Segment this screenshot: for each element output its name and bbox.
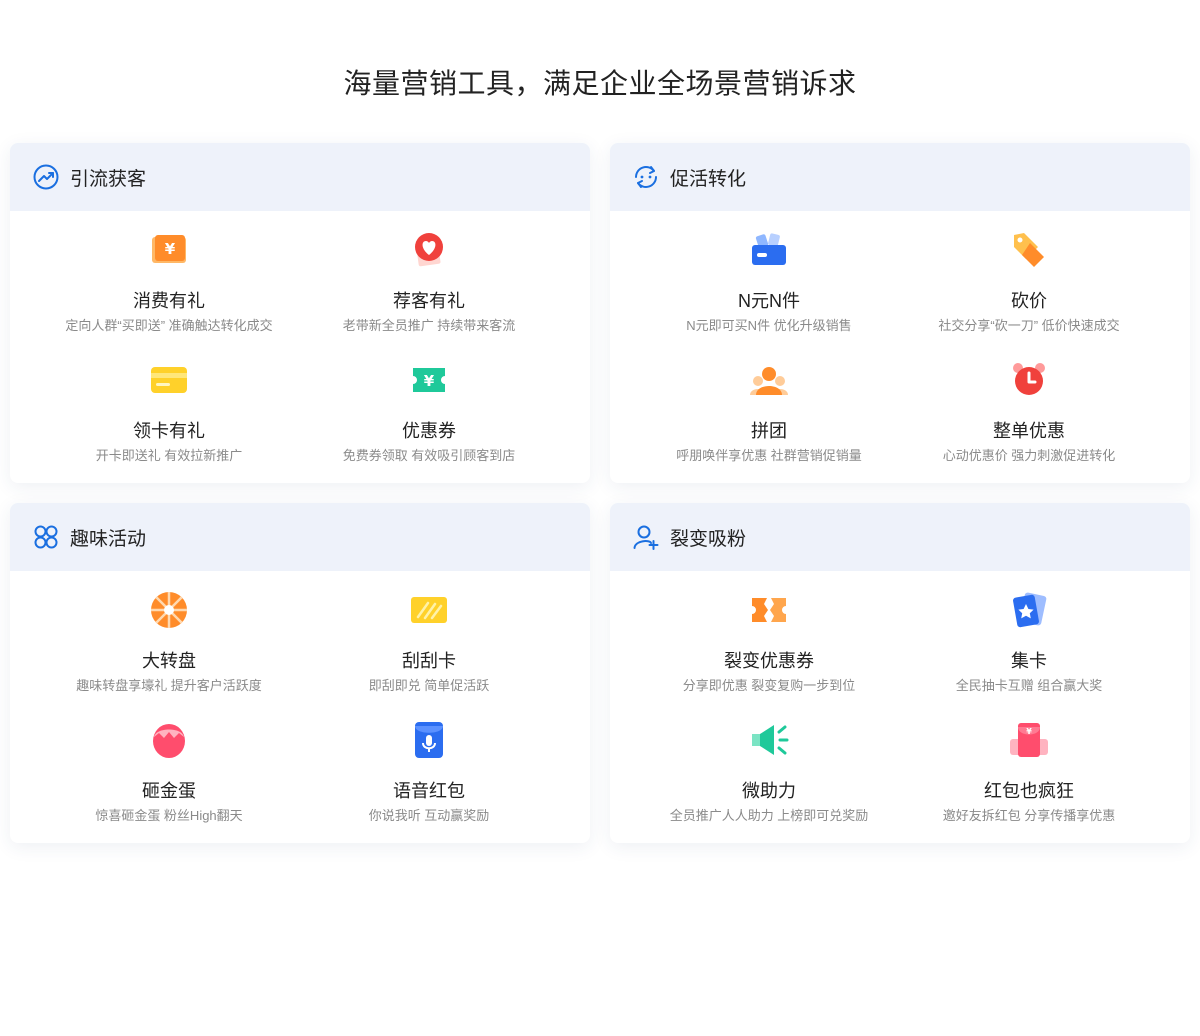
tool-lucky-wheel[interactable]: 大转盘 趣味转盘享壕礼 提升客户活跃度 [24,571,314,701]
tool-desc: 社交分享“砍一刀” 低价快速成交 [938,318,1120,333]
tool-consume-gift[interactable]: ¥ 消费有礼 定向人群“买即送” 准确触达转化成交 [24,211,314,341]
card-title: 促活转化 [670,168,747,190]
tool-grid: 裂变优惠券 分享即优惠 裂变复购一步到位 集卡 全民抽卡互赠 组合赢大奖 微助力… [610,571,1190,843]
tool-desc: 呼朋唤伴享优惠 社群营销促销量 [676,448,862,463]
page-title: 海量营销工具，满足企业全场景营销诉求 [343,68,857,99]
tool-name: 消费有礼 [133,291,205,311]
tool-name: 领卡有礼 [133,421,205,441]
tool-desc: 邀好友拆红包 分享传播享优惠 [942,808,1116,823]
tool-desc: 全民抽卡互赠 组合赢大奖 [955,678,1103,693]
group-icon [750,367,788,395]
tool-name: 拼团 [751,421,787,441]
tool-desc: 趣味转盘享壕礼 提升客户活跃度 [76,678,262,693]
card-conversion: 促活转化 N元N件 N元即可买N件 优化升级销售 砍价 社交分享“砍一刀” 低价… [610,143,1190,483]
tool-desc: 开卡即送礼 有效拉新推广 [95,448,243,463]
tool-grid: ¥ 消费有礼 定向人群“买即送” 准确触达转化成交 荐客有礼 老带新全员推广 持… [10,211,590,483]
tool-name: 红包也疯狂 [984,781,1074,801]
tool-name: 裂变优惠券 [724,651,814,671]
tool-desc: N元即可买N件 优化升级销售 [686,318,852,333]
tool-bargain[interactable]: 砍价 社交分享“砍一刀” 低价快速成交 [884,211,1174,341]
tool-desc: 你说我听 互动赢奖励 [368,808,490,823]
tool-name: N元N件 [738,291,800,311]
price-tag-icon [1014,233,1044,267]
tool-name: 整单优惠 [993,421,1065,441]
tool-group-buy[interactable]: 拼团 呼朋唤伴享优惠 社群营销促销量 [624,341,914,471]
tool-desc: 心动优惠价 强力刺激促进转化 [942,448,1116,463]
tool-crazy-red-packet[interactable]: ¥ 红包也疯狂 邀好友拆红包 分享传播享优惠 [884,701,1174,831]
card-title: 裂变吸粉 [670,528,747,550]
tool-grid: N元N件 N元即可买N件 优化升级销售 砍价 社交分享“砍一刀” 低价快速成交 … [610,211,1190,483]
card-title: 趣味活动 [70,528,147,550]
tool-name: 优惠券 [402,421,456,441]
tool-name: 砸金蛋 [142,781,196,801]
card-header: 趣味活动 [10,503,590,571]
cycle-icon [635,166,657,188]
tool-desc: 分享即优惠 裂变复购一步到位 [682,678,856,693]
card-header: 引流获客 [10,143,590,211]
coupon-icon: ¥ [413,368,445,392]
tool-micro-boost[interactable]: 微助力 全员推广人人助力 上榜即可兑奖励 [624,701,914,831]
tool-card-gift[interactable]: 领卡有礼 开卡即送礼 有效拉新推广 [24,341,314,471]
card-title: 引流获客 [70,168,147,190]
wheel-icon [151,592,187,628]
star-card-icon [1013,592,1047,628]
tool-name: 微助力 [742,781,796,801]
card-header: 促活转化 [610,143,1190,211]
card-fun-activities: 趣味活动 大转盘 趣味转盘享壕礼 提升客户活跃度 刮刮卡 即刮即兑 简单促活跃 … [10,503,590,843]
heart-icon [415,233,443,267]
tool-golden-egg[interactable]: 砸金蛋 惊喜砸金蛋 粉丝High翻天 [24,701,314,831]
microphone-icon [415,722,443,758]
tool-scratch-card[interactable]: 刮刮卡 即刮即兑 简单促活跃 [284,571,574,701]
tool-name: 集卡 [1011,651,1047,671]
four-petal-icon [34,525,58,549]
card-fission: 裂变吸粉 裂变优惠券 分享即优惠 裂变复购一步到位 集卡 全民抽卡互赠 组合赢大… [610,503,1190,843]
card-acquisition: 引流获客 ¥ 消费有礼 定向人群“买即送” 准确触达转化成交 荐客有礼 老带新全… [10,143,590,483]
megaphone-icon [752,725,789,755]
tool-fission-coupon[interactable]: 裂变优惠券 分享即优惠 裂变复购一步到位 [624,571,914,701]
tool-desc: 老带新全员推广 持续带来客流 [342,318,516,333]
svg-text:¥: ¥ [424,372,435,390]
red-packet-icon: ¥ [1010,723,1048,757]
tool-name: 刮刮卡 [402,651,456,671]
tool-name: 语音红包 [393,781,465,801]
svg-text:¥: ¥ [1026,727,1032,736]
tool-n-yuan-n-items[interactable]: N元N件 N元即可买N件 优化升级销售 [624,211,914,341]
tool-grid: 大转盘 趣味转盘享壕礼 提升客户活跃度 刮刮卡 即刮即兑 简单促活跃 砸金蛋 惊… [10,571,590,843]
golden-egg-icon [153,724,185,758]
alarm-clock-icon [1013,363,1045,395]
tool-desc: 免费券领取 有效吸引顾客到店 [342,448,516,463]
tool-desc: 定向人群“买即送” 准确触达转化成交 [65,318,273,333]
tool-coupon[interactable]: ¥ 优惠券 免费券领取 有效吸引顾客到店 [284,341,574,471]
card-icon [151,367,187,393]
tool-name: 荐客有礼 [393,291,465,311]
card-header: 裂变吸粉 [610,503,1190,571]
add-user-icon [633,525,659,550]
yuan-ticket-icon: ¥ [152,235,186,263]
trend-up-icon [33,164,59,190]
tool-desc: 惊喜砸金蛋 粉丝High翻天 [95,808,243,823]
tool-desc: 即刮即兑 简单促活跃 [368,678,490,693]
tool-card-collection[interactable]: 集卡 全民抽卡互赠 组合赢大奖 [884,571,1174,701]
tool-name: 大转盘 [142,651,196,671]
tool-referral-gift[interactable]: 荐客有礼 老带新全员推广 持续带来客流 [284,211,574,341]
split-coupon-icon [752,598,786,622]
basket-icon [752,233,786,265]
scratch-card-icon [411,597,447,623]
tool-voice-red-packet[interactable]: 语音红包 你说我听 互动赢奖励 [284,701,574,831]
tool-name: 砍价 [1011,291,1047,311]
svg-text:¥: ¥ [165,240,176,258]
tool-desc: 全员推广人人助力 上榜即可兑奖励 [669,808,869,823]
tool-order-discount[interactable]: 整单优惠 心动优惠价 强力刺激促进转化 [884,341,1174,471]
